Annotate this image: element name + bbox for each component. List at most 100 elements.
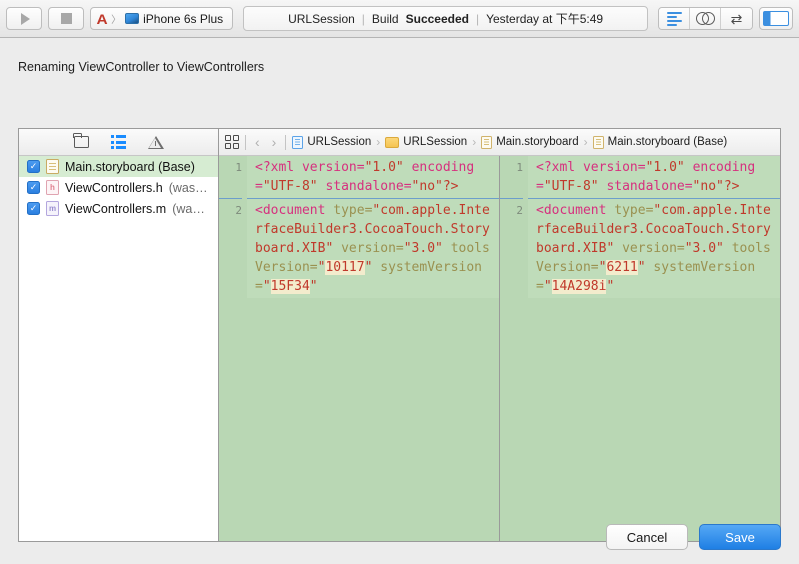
forward-icon[interactable]: › <box>269 134 280 150</box>
breadcrumb-separator: › <box>472 135 477 149</box>
assistant-editor-button[interactable] <box>690 8 721 29</box>
code-token: 15F34 <box>270 279 310 294</box>
scheme-device-label: iPhone 6s Plus <box>143 11 224 26</box>
status-divider-2: | <box>475 11 480 26</box>
file-list-item[interactable]: ✓ Main.storyboard (Base) <box>19 156 218 177</box>
code-line: <?xml version="1.0" encoding="UTF-8" sta… <box>528 156 780 198</box>
breadcrumb-items: URLSession › URLSession › Main.storyboard › Ma… <box>292 135 727 149</box>
main-toolbar: A 〉 iPhone 6s Plus URLSession | Build Su… <box>0 0 799 38</box>
code-column-right[interactable]: <?xml version="1.0" encoding="UTF-8" sta… <box>528 156 780 541</box>
storyboard-file-icon <box>46 159 59 174</box>
version-editor-button[interactable]: ⇄ <box>721 8 752 29</box>
file-name-label: ViewControllers.h <box>65 180 163 195</box>
back-icon[interactable]: ‹ <box>252 134 263 150</box>
device-icon <box>125 13 140 24</box>
gutter-hunk: 1 <box>500 156 523 199</box>
line-number-gutter-left: 12 <box>219 156 247 541</box>
status-build-label: Build <box>371 11 399 26</box>
status-project-name: URLSession <box>288 11 355 26</box>
cancel-button[interactable]: Cancel <box>606 524 688 550</box>
file-checkbox[interactable]: ✓ <box>27 160 40 173</box>
file-checkbox[interactable]: ✓ <box>27 202 40 215</box>
code-token: " <box>606 279 615 294</box>
code-token: version= <box>622 241 685 256</box>
breadcrumb-label: URLSession <box>307 136 372 148</box>
breadcrumb-item[interactable]: Main.storyboard (Base) <box>592 135 728 149</box>
related-items-icon[interactable] <box>225 135 239 149</box>
file-list-rows: ✓ Main.storyboard (Base) ✓ h ViewControllers… <box>19 156 218 541</box>
breadcrumb-label: Main.storyboard (Base) <box>607 136 728 148</box>
code-token: type= <box>333 203 373 218</box>
status-divider-1: | <box>361 11 365 26</box>
code-token: standalone= <box>325 179 412 194</box>
list-icon[interactable] <box>111 135 126 149</box>
code-token: version= <box>341 241 404 256</box>
code-token: "no"?> <box>411 179 459 194</box>
code-token: 14A298i <box>551 279 607 294</box>
standard-editor-icon <box>666 11 682 26</box>
diff-panel: ‹ › URLSession › URLSession › Main.storyboar… <box>219 129 780 541</box>
code-token: " <box>309 279 318 294</box>
diff-hunk: <document type="com.apple.InterfaceBuild… <box>247 199 499 298</box>
sheet-title: Renaming ViewController to ViewControlle… <box>18 60 265 74</box>
navigator-toggle-button[interactable] <box>759 7 793 30</box>
folder-icon[interactable] <box>73 132 89 148</box>
code-line: <?xml version="1.0" encoding="UTF-8" sta… <box>247 156 499 198</box>
code-token: type= <box>614 203 654 218</box>
line-number: 1 <box>235 161 242 174</box>
storyboard-icon <box>592 135 604 149</box>
m-file-icon: m <box>46 201 59 216</box>
breadcrumb-item[interactable]: Main.storyboard <box>481 135 579 149</box>
refactor-sheet: Renaming ViewController to ViewControlle… <box>0 38 799 564</box>
code-token: version= <box>301 160 365 175</box>
gutter-hunk: 2 <box>219 199 242 298</box>
activity-status-bar[interactable]: URLSession | Build Succeeded | Yesterday… <box>243 6 648 31</box>
code-token: "3.0" <box>403 241 443 256</box>
run-icon <box>20 12 30 25</box>
warning-icon[interactable] <box>147 135 164 149</box>
file-checkbox[interactable]: ✓ <box>27 181 40 194</box>
breadcrumb-label: Main.storyboard <box>496 136 579 148</box>
stop-button[interactable] <box>48 7 84 30</box>
code-token: "UTF-8" <box>543 179 599 194</box>
breadcrumb-item[interactable]: URLSession <box>385 136 467 148</box>
file-list-header <box>19 129 218 156</box>
code-token: <?xml <box>255 160 302 175</box>
status-build-state: Succeeded <box>405 11 469 26</box>
h-file-icon: h <box>46 180 59 195</box>
code-token: " <box>543 279 552 294</box>
line-number-gutter-right: 12 <box>500 156 528 541</box>
code-token: "UTF-8" <box>262 179 318 194</box>
line-number: 1 <box>516 161 523 174</box>
file-list-item[interactable]: ✓ m ViewControllers.m (wa… <box>19 198 218 219</box>
code-token: standalone= <box>606 179 693 194</box>
code-token: "1.0" <box>645 160 685 175</box>
preview-panes: ✓ Main.storyboard (Base) ✓ h ViewControllers… <box>18 128 781 542</box>
diff-hunk: <?xml version="1.0" encoding="UTF-8" sta… <box>247 156 499 199</box>
scheme-selector[interactable]: A 〉 iPhone 6s Plus <box>90 7 234 30</box>
code-token: 10117 <box>325 260 365 275</box>
file-list-item[interactable]: ✓ h ViewControllers.h (was… <box>19 177 218 198</box>
standard-editor-button[interactable] <box>659 8 690 29</box>
project-icon <box>292 135 304 149</box>
save-button[interactable]: Save <box>699 524 781 550</box>
status-timestamp: Yesterday at 下午5:49 <box>486 12 604 26</box>
gutter-hunk: 1 <box>219 156 242 199</box>
scheme-separator-icon: 〉 <box>111 15 122 26</box>
breadcrumb-item[interactable]: URLSession <box>292 135 372 149</box>
code-token: <document <box>255 203 334 218</box>
code-token: " <box>637 260 646 275</box>
diff-pane-right: 12 <?xml version="1.0" encoding="UTF-8" … <box>500 156 780 541</box>
run-button[interactable] <box>6 7 42 30</box>
breadcrumb-divider-2 <box>285 134 287 150</box>
code-column-left[interactable]: <?xml version="1.0" encoding="UTF-8" sta… <box>247 156 499 541</box>
xcode-scheme-icon: A <box>96 10 108 27</box>
navigator-toggle-icon <box>763 11 789 26</box>
code-token: "no"?> <box>692 179 740 194</box>
line-number: 2 <box>235 204 242 217</box>
gutter-hunk: 2 <box>500 199 523 298</box>
